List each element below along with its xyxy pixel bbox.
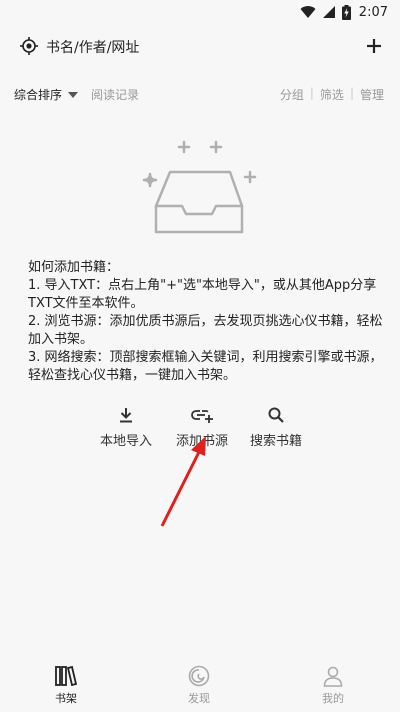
status-time: 2:07 (358, 4, 388, 20)
chevron-down-icon (68, 91, 79, 98)
help-line-1: 1. 导入TXT：点右上角"+"选"本地导入"，或从其他App分享TXT文件至本… (28, 278, 377, 311)
battery-charging-icon (341, 4, 351, 20)
search-icon (268, 407, 284, 423)
help-line-3: 3. 网络搜索：顶部搜索框输入关键词，利用搜索引擎或书源，轻松查找心仪书籍，一键… (28, 350, 383, 383)
bookshelf-icon (55, 665, 78, 687)
link-add-icon (191, 410, 213, 423)
sort-label: 综合排序 (14, 88, 63, 102)
local-import-label: 本地导入 (99, 434, 152, 449)
divider: | (349, 86, 354, 100)
local-import-button[interactable]: 本地导入 (96, 406, 156, 449)
nav-shelf[interactable]: 书架 (36, 665, 96, 706)
sort-dropdown[interactable]: 综合排序 (14, 86, 79, 103)
nav-mine[interactable]: 我的 (303, 665, 363, 706)
search-books-label: 搜索书籍 (249, 434, 302, 449)
reading-history-link[interactable]: 阅读记录 (91, 86, 139, 103)
filter-link[interactable]: 筛选 (320, 86, 344, 103)
wifi-icon (300, 6, 316, 19)
nav-shelf-label: 书架 (55, 692, 77, 705)
empty-inbox-illustration (142, 140, 257, 234)
shelf-actions: 分组 | 筛选 | 管理 (280, 86, 384, 103)
nav-discover-label: 发现 (188, 692, 210, 705)
divider: | (309, 86, 314, 100)
nav-discover[interactable]: 发现 (169, 665, 229, 706)
help-line-2: 2. 浏览书源：添加优质书源后，去发现页挑选心仪书籍，轻松加入书架。 (28, 314, 383, 347)
group-link[interactable]: 分组 (280, 86, 304, 103)
download-icon (120, 408, 132, 423)
search-input[interactable]: 书名/作者/网址 (46, 37, 139, 57)
signal-icon (322, 6, 335, 18)
search-bar[interactable]: 书名/作者/网址 (0, 28, 400, 64)
compass-icon (188, 665, 210, 687)
nav-mine-label: 我的 (322, 692, 344, 705)
locate-icon[interactable] (20, 37, 38, 55)
status-bar: 2:07 (0, 0, 400, 24)
status-icons: 2:07 (300, 4, 388, 20)
bottom-navigation: 书架 发现 我的 (0, 656, 400, 712)
person-icon (323, 666, 343, 687)
annotation-arrow (160, 436, 206, 527)
manage-link[interactable]: 管理 (360, 86, 384, 103)
help-title: 如何添加书籍： (28, 260, 120, 275)
help-text: 如何添加书籍： 1. 导入TXT：点右上角"+"选"本地导入"，或从其他App分… (14, 259, 386, 385)
plus-icon[interactable] (362, 34, 386, 58)
search-books-button[interactable]: 搜索书籍 (246, 406, 306, 449)
shelf-toolbar: 综合排序 阅读记录 分组 | 筛选 | 管理 (0, 86, 400, 106)
